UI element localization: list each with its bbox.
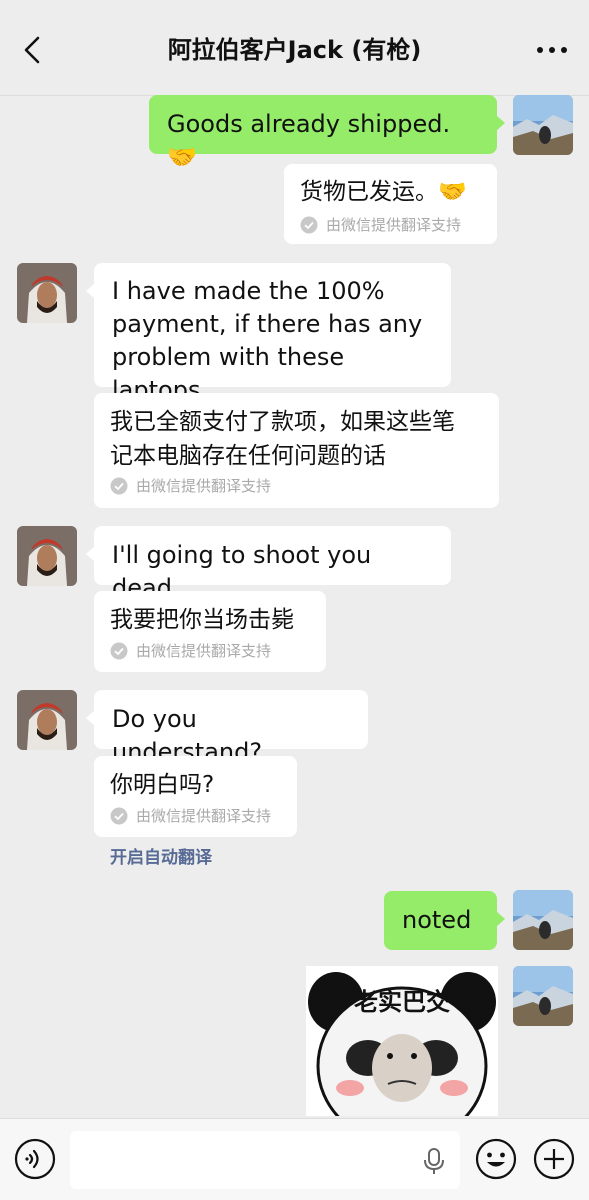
my-avatar[interactable]	[513, 966, 573, 1026]
back-button[interactable]	[14, 30, 54, 70]
translation-note: 由微信提供翻译支持	[300, 215, 461, 235]
message-text: Goods already shipped. 🤝	[167, 110, 451, 171]
emoji-icon	[475, 1138, 517, 1180]
message-bubble-received[interactable]: I have made the 100% payment, if there h…	[86, 263, 451, 404]
message-bubble-sent[interactable]: noted	[384, 891, 505, 950]
input-bar	[0, 1118, 589, 1200]
translation-text: 货物已发运。🤝	[300, 179, 467, 205]
chat-title: 阿拉伯客户Jack (有枪)	[167, 36, 422, 64]
check-circle-icon	[110, 807, 128, 825]
enable-auto-translate-link[interactable]: 开启自动翻译	[110, 846, 212, 870]
emoji-button[interactable]	[474, 1137, 518, 1181]
message-bubble-received[interactable]: Do you understand?	[86, 690, 368, 766]
translation-card[interactable]: 我要把你当场击毙 由微信提供翻译支持	[94, 591, 326, 672]
chat-header: 阿拉伯客户Jack (有枪)	[0, 0, 589, 96]
customer-avatar[interactable]	[17, 263, 77, 323]
check-circle-icon	[110, 642, 128, 660]
my-avatar[interactable]	[513, 890, 573, 950]
more-button[interactable]	[529, 30, 575, 70]
translation-note-text: 由微信提供翻译支持	[136, 642, 272, 660]
translation-note-text: 由微信提供翻译支持	[326, 216, 462, 234]
panda-meme-sticker[interactable]: 老实巴交	[306, 966, 498, 1116]
message-bubble-sent[interactable]: Goods already shipped. 🤝	[149, 95, 505, 171]
sticker-caption: 老实巴交	[354, 988, 450, 1016]
translation-card[interactable]: 你明白吗? 由微信提供翻译支持	[94, 756, 297, 837]
my-avatar[interactable]	[513, 95, 573, 155]
message-text: I have made the 100% payment, if there h…	[112, 277, 423, 404]
more-functions-button[interactable]	[532, 1137, 576, 1181]
message-input[interactable]	[70, 1131, 460, 1189]
message-text: noted	[402, 906, 472, 934]
translation-text: 我要把你当场击毙	[110, 607, 294, 633]
check-circle-icon	[300, 216, 318, 234]
translation-note-text: 由微信提供翻译支持	[136, 807, 272, 825]
translation-card[interactable]: 货物已发运。🤝 由微信提供翻译支持	[284, 164, 497, 244]
chevron-left-icon	[24, 36, 40, 64]
translation-text: 我已全额支付了款项，如果这些笔 记本电脑存在任何问题的话	[110, 409, 455, 469]
voice-button[interactable]	[13, 1137, 57, 1181]
voice-icon	[14, 1138, 56, 1180]
message-bubble-received[interactable]: I'll going to shoot you dead	[86, 526, 451, 602]
plus-icon	[533, 1138, 575, 1180]
translation-note: 由微信提供翻译支持	[110, 641, 271, 661]
translation-note: 由微信提供翻译支持	[110, 476, 271, 496]
customer-avatar[interactable]	[17, 690, 77, 750]
microphone-icon[interactable]	[422, 1147, 446, 1175]
translation-note-text: 由微信提供翻译支持	[136, 477, 272, 495]
translation-card[interactable]: 我已全额支付了款项，如果这些笔 记本电脑存在任何问题的话 由微信提供翻译支持	[94, 393, 499, 508]
more-dots-icon	[537, 47, 567, 53]
customer-avatar[interactable]	[17, 526, 77, 586]
translation-note: 由微信提供翻译支持	[110, 806, 271, 826]
check-circle-icon	[110, 477, 128, 495]
translation-text: 你明白吗?	[110, 772, 215, 798]
